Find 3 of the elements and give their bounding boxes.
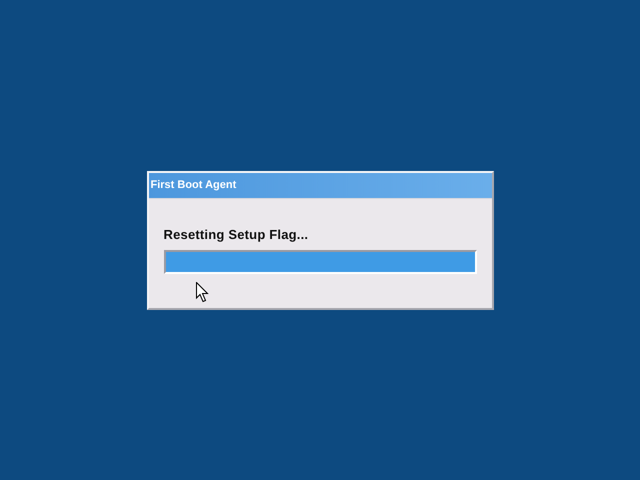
status-message: Resetting Setup Flag...	[164, 226, 310, 242]
window-title: First Boot Agent	[150, 179, 236, 191]
mouse-pointer-icon	[196, 282, 208, 302]
